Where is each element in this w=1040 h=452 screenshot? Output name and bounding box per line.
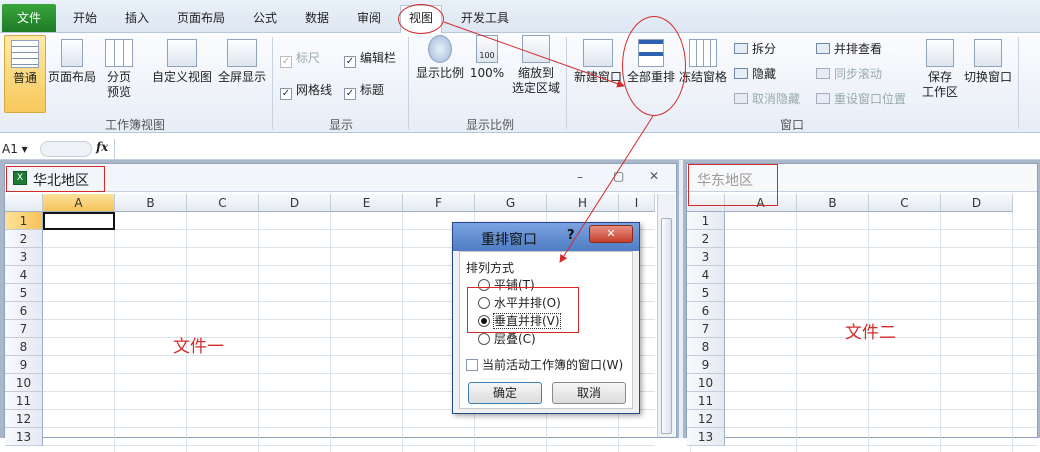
arrow-to-arrange: [443, 21, 625, 88]
gridline: [725, 445, 1037, 446]
annotation-arrows: [443, 21, 654, 263]
arrow-to-dialog: [559, 115, 654, 263]
gridline: [43, 445, 655, 446]
